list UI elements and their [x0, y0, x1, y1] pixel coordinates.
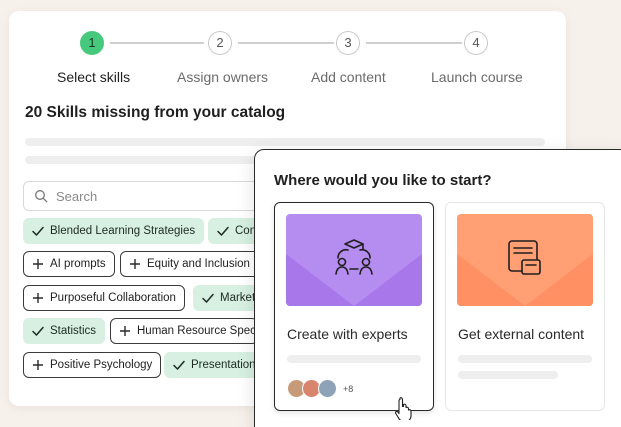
skill-chip-label: Purposeful Collaboration: [50, 292, 176, 304]
option-label: Create with experts: [287, 326, 408, 342]
skill-chip-market[interactable]: Market: [193, 285, 263, 311]
step-connector: [366, 42, 462, 44]
check-icon: [173, 360, 185, 370]
skill-chip-label: Human Resource Speci: [137, 325, 258, 337]
placeholder-line: [458, 371, 558, 379]
placeholder-line: [458, 355, 592, 363]
skill-chip-ai-prompts[interactable]: AI prompts: [23, 251, 115, 277]
skill-chip-label: AI prompts: [50, 258, 106, 270]
start-options-modal: Where would you like to start? Create wi…: [254, 149, 621, 427]
step-4-circle[interactable]: 4: [464, 31, 488, 55]
skill-chip-label: Con: [235, 225, 257, 237]
progress-stepper: 1 2 3 4 Select skills Assign owners Add …: [9, 11, 566, 101]
skill-chip-label: Presentation: [191, 359, 256, 371]
plus-icon: [33, 293, 43, 303]
step-2-circle[interactable]: 2: [208, 31, 232, 55]
option-label: Get external content: [458, 326, 585, 342]
skill-chip-label: Statistics: [50, 325, 97, 337]
option-get-external-content[interactable]: Get external content: [445, 202, 605, 411]
placeholder-line: [287, 355, 421, 363]
option-create-with-experts[interactable]: Create with experts +8: [274, 202, 434, 411]
step-4-label: Launch course: [431, 69, 523, 85]
plus-icon: [120, 326, 130, 336]
modal-title: Where would you like to start?: [274, 172, 492, 189]
check-icon: [32, 226, 44, 236]
step-connector: [110, 42, 204, 44]
skill-chip-equity-inclusion[interactable]: Equity and Inclusion: [120, 251, 260, 277]
search-placeholder: Search: [56, 189, 98, 204]
skill-chip-positive-psychology[interactable]: Positive Psychology: [23, 352, 162, 378]
plus-icon: [33, 259, 43, 269]
more-experts-count: +8: [343, 384, 354, 394]
avatar: [318, 379, 337, 398]
search-icon: [35, 190, 48, 203]
step-1-label: Select skills: [57, 69, 131, 85]
page-title: 20 Skills missing from your catalog: [25, 104, 286, 121]
skill-chip-label: Market: [220, 292, 256, 304]
skill-chip-purposeful-collaboration[interactable]: Purposeful Collaboration: [23, 285, 185, 311]
option-thumbnail: [286, 214, 422, 306]
skill-chip-presentation[interactable]: Presentation: [164, 352, 259, 378]
skill-chip-statistics[interactable]: Statistics: [23, 318, 106, 344]
skill-chip-label: Equity and Inclusion: [147, 258, 250, 270]
plus-icon: [33, 360, 43, 370]
plus-icon: [130, 259, 140, 269]
skill-chip-label: Blended Learning Strategies: [50, 225, 196, 237]
check-icon: [32, 326, 44, 336]
check-icon: [202, 293, 214, 303]
step-2-label: Assign owners: [177, 69, 269, 85]
skill-chip-blended-learning[interactable]: Blended Learning Strategies: [23, 218, 205, 244]
option-thumbnail: [457, 214, 593, 306]
skill-chip-human-resource[interactable]: Human Resource Speci: [110, 318, 258, 344]
step-1-circle[interactable]: 1: [80, 31, 104, 55]
search-input[interactable]: Search: [23, 181, 283, 211]
step-connector: [238, 42, 334, 44]
hand-cursor-icon: [394, 397, 412, 420]
skill-chip-label: Positive Psychology: [50, 359, 153, 371]
step-3-label: Add content: [311, 69, 386, 85]
check-icon: [217, 226, 229, 236]
placeholder-line: [25, 138, 545, 146]
step-3-circle[interactable]: 3: [336, 31, 360, 55]
